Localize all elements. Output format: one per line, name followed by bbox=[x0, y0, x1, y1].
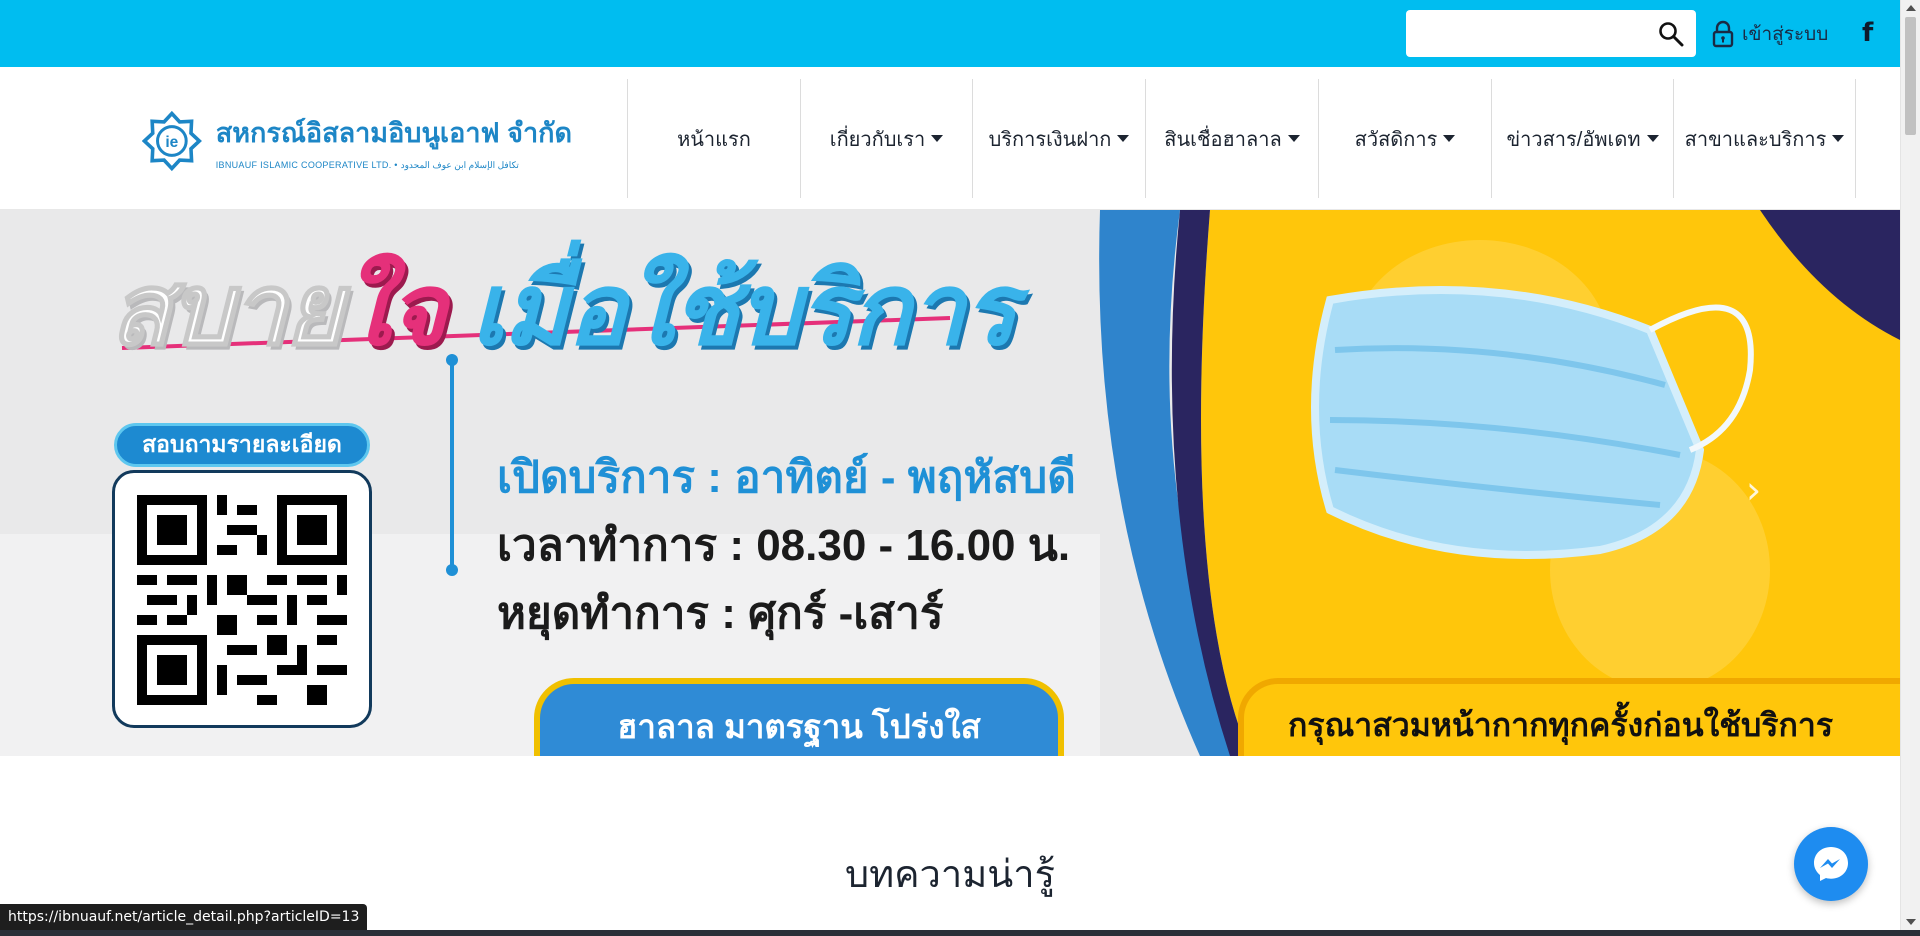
caret-down-icon bbox=[931, 135, 944, 142]
scroll-down-icon[interactable] bbox=[1906, 919, 1916, 925]
page-scrollbar[interactable] bbox=[1900, 0, 1920, 930]
headline-part2: ใจ bbox=[341, 254, 446, 366]
nav-home-label: หน้าแรก bbox=[677, 128, 751, 151]
svg-text:ie: ie bbox=[165, 134, 178, 151]
search-box[interactable] bbox=[1406, 10, 1696, 57]
caret-down-icon bbox=[1287, 135, 1300, 142]
mask-notice: กรุณาสวมหน้ากากทุกครั้งก่อนใช้บริการ bbox=[1238, 678, 1900, 756]
search-icon[interactable] bbox=[1658, 21, 1684, 47]
facebook-icon[interactable]: f bbox=[1862, 18, 1876, 48]
site-logo[interactable]: ie สหกรณ์อิสลามอิบนูเอาฟ จำกัด IBNUAUF I… bbox=[142, 91, 572, 191]
inquire-pill: สอบถามรายละเอียด bbox=[114, 423, 370, 467]
search-input[interactable] bbox=[1416, 18, 1646, 49]
hero-banner[interactable]: สบายใจ เมื่อใช้บริการ สอบถามรายละเอียด เ… bbox=[0, 210, 1900, 756]
lock-icon bbox=[1712, 20, 1734, 48]
site-header: ie สหกรณ์อิสลามอิบนูเอาฟ จำกัด IBNUAUF I… bbox=[0, 67, 1900, 210]
nav-about-label: เกี่ยวกับเรา bbox=[829, 128, 926, 151]
logo-title: สหกรณ์อิสลามอิบนูเอาฟ จำกัด bbox=[215, 118, 572, 148]
messenger-icon bbox=[1814, 847, 1848, 881]
logo-mark: ie bbox=[142, 110, 202, 172]
qr-card bbox=[112, 470, 372, 728]
caret-down-icon bbox=[1117, 135, 1130, 142]
caret-down-icon bbox=[1443, 135, 1456, 142]
login-link[interactable]: เข้าสู่ระบบ bbox=[1712, 18, 1828, 50]
nav-deposit[interactable]: บริการเงินฝาก bbox=[972, 79, 1145, 198]
articles-title: บทความน่ารู้ bbox=[844, 854, 1056, 896]
top-bar: เข้าสู่ระบบ f bbox=[0, 0, 1900, 67]
nav-news[interactable]: ข่าวสาร/อัพเดท bbox=[1491, 79, 1673, 198]
taskbar-edge bbox=[0, 930, 1920, 936]
open-days: เปิดบริการ : อาทิตย์ - พฤหัสบดี bbox=[497, 453, 1076, 502]
nav-about[interactable]: เกี่ยวกับเรา bbox=[800, 79, 972, 198]
nav-branches-label: สาขาและบริการ bbox=[1684, 128, 1827, 151]
nav-halal-loan-label: สินเชื่อฮาลาล bbox=[1164, 128, 1282, 151]
nav-halal-loan[interactable]: สินเชื่อฮาลาล bbox=[1145, 79, 1318, 198]
nav-deposit-label: บริการเงินฝาก bbox=[988, 128, 1112, 151]
main-nav: หน้าแรก เกี่ยวกับเรา บริการเงินฝาก สินเช… bbox=[627, 79, 1856, 198]
messenger-button[interactable] bbox=[1794, 827, 1868, 901]
closed-days: หยุดทำการ : ศุกร์ -เสาร์ bbox=[497, 589, 944, 638]
caret-down-icon bbox=[1646, 135, 1659, 142]
caret-down-icon bbox=[1832, 135, 1845, 142]
nav-news-label: ข่าวสาร/อัพเดท bbox=[1506, 128, 1641, 151]
headline-part1: สบาย bbox=[109, 253, 344, 367]
scroll-thumb[interactable] bbox=[1905, 17, 1916, 135]
nav-home[interactable]: หน้าแรก bbox=[627, 79, 800, 198]
banner-headline: สบายใจ เมื่อใช้บริการ bbox=[109, 230, 1017, 389]
nav-welfare-label: สวัสดิการ bbox=[1354, 128, 1438, 151]
status-url: https://ibnuauf.net/article_detail.php?a… bbox=[0, 904, 368, 930]
halal-badge: ฮาลาล มาตรฐาน โปร่งใส bbox=[534, 678, 1064, 756]
login-label: เข้าสู่ระบบ bbox=[1742, 23, 1829, 45]
headline-part3: เมื่อใช้บริการ bbox=[444, 254, 1016, 366]
scroll-up-icon[interactable] bbox=[1906, 5, 1916, 11]
office-hours: เวลาทำการ : 08.30 - 16.00 น. bbox=[497, 521, 1071, 570]
logo-subtitle: IBNUAUF ISLAMIC COOPERATIVE LTD. • تكافل… bbox=[215, 160, 519, 170]
nav-branches[interactable]: สาขาและบริการ bbox=[1673, 79, 1856, 198]
qr-code bbox=[137, 495, 347, 705]
chevron-right-icon[interactable]: › bbox=[1746, 468, 1770, 512]
nav-welfare[interactable]: สวัสดิการ bbox=[1318, 79, 1491, 198]
